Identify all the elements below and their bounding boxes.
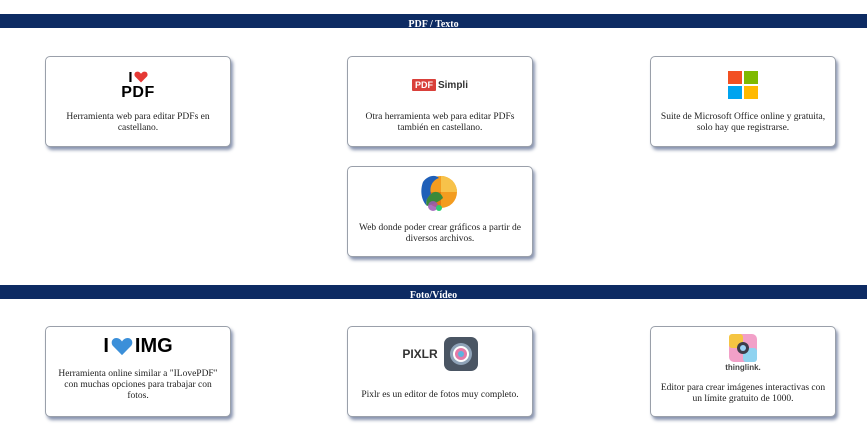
pixlr-logo: PIXLR — [348, 335, 532, 373]
section-title-foto-video-link[interactable]: Foto/Vídeo — [410, 289, 457, 303]
card-description: Herramienta web para editar PDFs en cast… — [66, 112, 210, 133]
card-ilovepdf[interactable]: I PDF Herramienta web para editar PDFs e… — [45, 56, 231, 147]
pdfsimpli-logo-text: Simpli — [437, 79, 468, 91]
iloveimg-logo-img: IMG — [134, 334, 173, 357]
section-header-pdf: PDF / Texto — [0, 14, 867, 30]
iloveimg-logo-i: I — [103, 334, 109, 357]
card-thinglink[interactable]: thinglink. Editor para crear imágenes in… — [650, 326, 836, 417]
thinglink-app-icon — [729, 334, 757, 362]
ilovepdf-logo-i: I — [128, 68, 133, 86]
card-description: Herramienta online similar a "ILovePDF" … — [58, 369, 218, 401]
card-microsoft-office[interactable]: Suite de Microsoft Office online y gratu… — [650, 56, 836, 147]
pdfsimpli-logo: PDF Simpli — [348, 65, 532, 105]
card-chart-tool[interactable]: Web donde poder crear gráficos a partir … — [347, 166, 533, 257]
card-description: Web donde poder crear gráficos a partir … — [359, 223, 521, 244]
chart-globe-icon — [421, 175, 457, 211]
card-description: Otra herramienta web para editar PDFs ta… — [365, 112, 515, 133]
heart-icon — [111, 337, 133, 355]
chart-globe-logo — [348, 171, 532, 213]
microsoft-logo — [651, 65, 835, 105]
heart-icon — [134, 71, 148, 83]
card-description: Pixlr es un editor de fotos muy completo… — [361, 390, 519, 400]
card-description: Editor para crear imágenes interactivas … — [660, 383, 826, 404]
card-pixlr[interactable]: PIXLR Pixlr es un editor de fotos muy co… — [347, 326, 533, 417]
thinglink-logo-text: thinglink. — [725, 363, 761, 372]
card-iloveimg[interactable]: I IMG Herramienta online similar a "ILov… — [45, 326, 231, 417]
microsoft-icon — [728, 71, 758, 99]
ilovepdf-logo-pdf: PDF — [121, 83, 155, 101]
camera-lens-icon — [443, 337, 478, 371]
section-header-foto-video: Foto/Vídeo — [0, 285, 867, 301]
pixlr-logo-text: PIXLR — [402, 347, 438, 361]
section-title-pdf-link[interactable]: PDF / Texto — [408, 18, 458, 32]
card-description: Suite de Microsoft Office online y gratu… — [660, 112, 826, 133]
card-pdfsimpli[interactable]: PDF Simpli Otra herramienta web para edi… — [347, 56, 533, 147]
thinglink-logo: thinglink. — [651, 332, 835, 374]
pdfsimpli-logo-box: PDF — [411, 79, 436, 91]
ilovepdf-logo: I PDF — [46, 65, 230, 105]
iloveimg-logo: I IMG — [46, 331, 230, 361]
